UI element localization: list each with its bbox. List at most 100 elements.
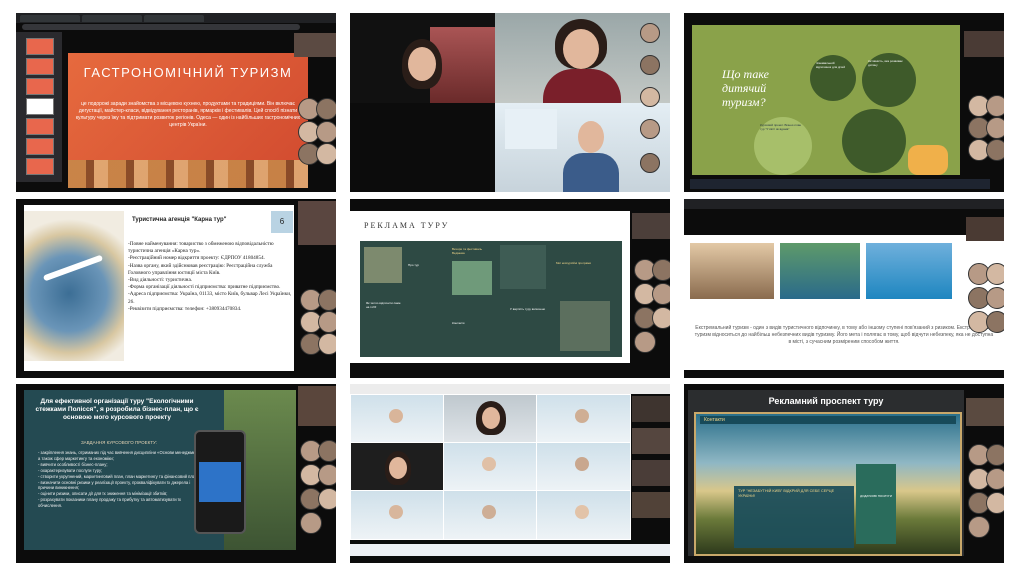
list-item: - розрахувати показники плану продажу та… [38, 497, 182, 509]
participant-video[interactable] [632, 492, 670, 518]
video-tile-extreme[interactable]: Екстремальний туризм - один з видів тури… [684, 199, 1004, 378]
participant-face [389, 457, 407, 479]
participant-avatar[interactable] [986, 117, 1004, 139]
participant-video[interactable] [495, 103, 670, 192]
participant-video[interactable] [350, 490, 445, 540]
slide-thumbnail[interactable] [26, 98, 54, 115]
participant-avatar[interactable] [652, 283, 670, 305]
participant-avatar[interactable] [652, 307, 670, 329]
participant-avatar[interactable] [640, 153, 660, 173]
participant-avatar[interactable] [986, 311, 1004, 333]
participant-avatar[interactable] [986, 492, 1004, 514]
participant-video[interactable] [350, 13, 495, 103]
participant-avatar[interactable] [318, 289, 336, 311]
brochure-heading: Контакти [452, 321, 465, 325]
participant-video[interactable] [443, 394, 538, 444]
participant-avatar[interactable] [986, 287, 1004, 309]
slide-main: Туристична агенція "Карна тур" 6 -Повне … [24, 205, 294, 371]
participant-video[interactable] [350, 103, 495, 192]
participant-avatar[interactable] [986, 139, 1004, 161]
browser-tab[interactable] [144, 15, 204, 22]
participant-avatar[interactable] [986, 468, 1004, 490]
list-item: -Реквізити підприємства: телефон: +38093… [128, 305, 242, 312]
browser-tabbar [684, 199, 1004, 209]
participant-video[interactable] [632, 213, 670, 239]
participant-video[interactable] [964, 31, 1004, 57]
list-item: -Повне найменування: товариство з обмеже… [128, 241, 274, 255]
participant-avatar[interactable] [640, 87, 660, 107]
slide-thumbnail[interactable] [26, 118, 54, 135]
slide-title: ГАСТРОНОМІЧНИЙ ТУРИЗМ [83, 65, 293, 80]
participant-avatar[interactable] [318, 333, 336, 355]
participant-face [482, 407, 500, 429]
brochure-heading: У вартість туру включено [510, 307, 546, 311]
participant-video[interactable] [536, 490, 631, 540]
participant-avatar[interactable] [640, 55, 660, 75]
slide-title: Для ефективної організації туру "Екологі… [35, 398, 199, 421]
participant-avatar[interactable] [652, 259, 670, 281]
participant-video[interactable] [294, 33, 336, 57]
participant-shirt [563, 153, 619, 192]
nav-label: Контакти [704, 417, 725, 423]
participant-avatar[interactable] [634, 331, 656, 353]
participant-avatar[interactable] [318, 488, 336, 510]
participant-video[interactable] [632, 460, 670, 486]
participant-avatar[interactable] [968, 516, 990, 538]
castle-image [364, 247, 402, 283]
participant-avatar[interactable] [640, 119, 660, 139]
brochure-heading: Про тур [408, 263, 419, 267]
slide-thumbnail[interactable] [26, 78, 54, 95]
video-tile-tour-ad[interactable]: РЕКЛАМА ТУРУ Про тур Вечори та фестиваль… [350, 199, 670, 378]
participant-avatar[interactable] [318, 440, 336, 462]
participant-video[interactable] [966, 398, 1004, 426]
video-tile-agency[interactable]: Туристична агенція "Карна тур" 6 -Повне … [16, 199, 336, 378]
participant-face [578, 121, 604, 153]
slide-thumbnail[interactable] [26, 138, 54, 155]
taskbar [690, 179, 990, 189]
slide-subheading: ЗАВДАННЯ КУРСОВОГО ПРОЕКТУ: [80, 440, 158, 445]
participant-video[interactable] [536, 394, 631, 444]
participant-avatar[interactable] [318, 464, 336, 486]
slide-body: -Повне найменування: товариство з обмеже… [128, 241, 296, 313]
slide-main: РЕКЛАМА ТУРУ Про тур Вечори та фестиваль… [350, 211, 630, 363]
video-tile-gastro[interactable]: ГАСТРОНОМІЧНИЙ ТУРИЗМ це подорожі заради… [16, 13, 336, 192]
children-illustration [908, 145, 948, 175]
participant-avatar[interactable] [318, 311, 336, 333]
participant-avatar[interactable] [316, 98, 336, 120]
participant-avatar[interactable] [640, 23, 660, 43]
participant-avatar[interactable] [986, 263, 1004, 285]
slide-thumbnail[interactable] [26, 38, 54, 55]
participant-avatar[interactable] [300, 512, 322, 534]
video-tile-brochure[interactable]: Рекламний проспект туру Контакти ДОДАТКО… [684, 384, 1004, 563]
slide-title: РЕКЛАМА ТУРУ [364, 221, 450, 230]
browser-tab[interactable] [82, 15, 142, 22]
browser-tab[interactable] [20, 15, 80, 22]
tour-card: ТУР "НЕЗАБУТНІЙ КИЇВ" ВІДКРИЙ ДЛЯ СЕБЕ С… [734, 486, 854, 548]
address-bar[interactable] [22, 24, 300, 30]
participant-video[interactable] [536, 442, 631, 492]
participant-avatar[interactable] [986, 444, 1004, 466]
participant-video[interactable] [443, 442, 538, 492]
participant-video[interactable] [632, 396, 670, 422]
meeting-controls[interactable] [350, 544, 670, 556]
participant-video[interactable] [298, 201, 336, 245]
participant-video[interactable] [350, 394, 445, 444]
video-tile-eco-tour[interactable]: Для ефективної організації туру "Екологі… [16, 384, 336, 563]
participant-avatar[interactable] [316, 121, 336, 143]
participant-video[interactable] [443, 490, 538, 540]
participant-video[interactable] [966, 217, 1004, 241]
video-tile-gallery[interactable] [350, 13, 670, 192]
slide-thumbnail[interactable] [26, 158, 54, 175]
slide-thumbnail[interactable] [26, 58, 54, 75]
participant-avatar[interactable] [316, 143, 336, 165]
participant-video[interactable] [632, 428, 670, 454]
video-tile-meeting-grid[interactable] [350, 384, 670, 563]
info-circle: пізнавальний відпочинок для дітей [810, 55, 856, 101]
participant-video[interactable] [350, 442, 445, 492]
video-tile-children-tourism[interactable]: Що таке дитячий туризм? пізнавальний від… [684, 13, 1004, 192]
phone-screen [199, 462, 241, 502]
slide-main: Екстремальний туризм - один з видів тури… [684, 235, 1004, 370]
participant-face [563, 29, 599, 69]
participant-avatar[interactable] [986, 95, 1004, 117]
participant-video[interactable] [298, 386, 336, 426]
